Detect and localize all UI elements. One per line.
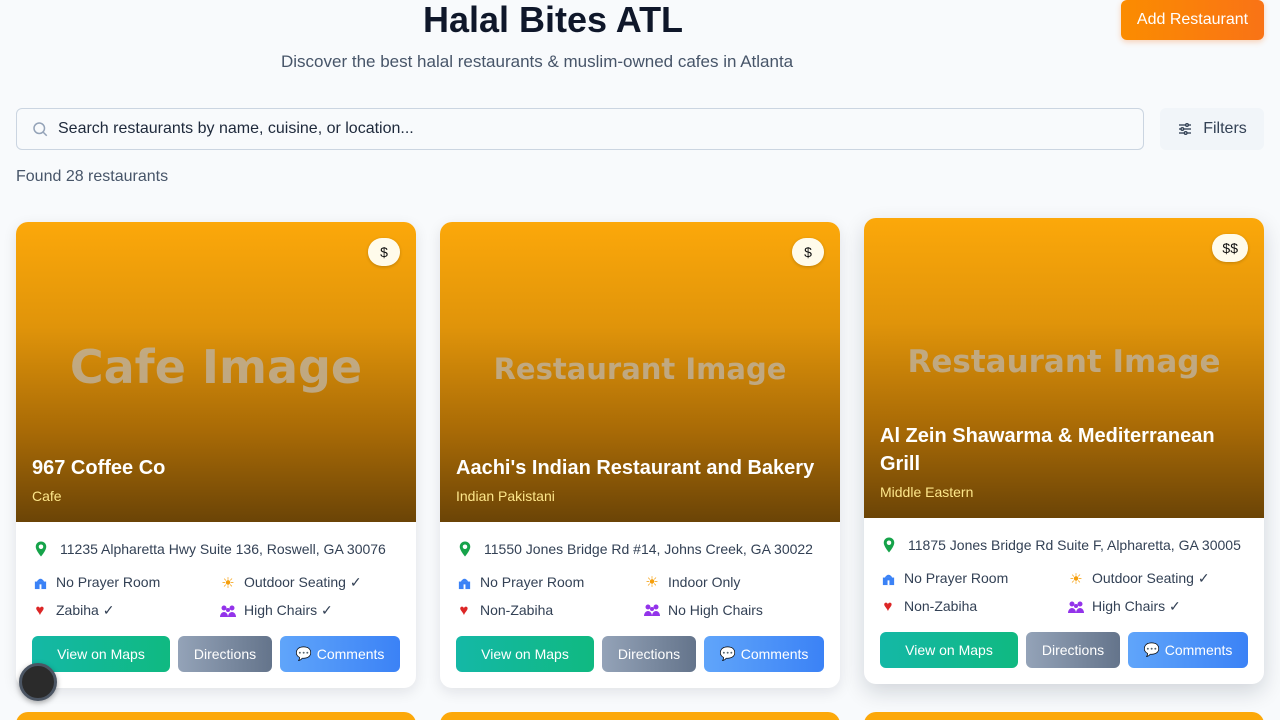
restaurant-card-partial[interactable]	[16, 712, 416, 720]
zabiha-feature: ♥ Non-Zabiha	[456, 601, 554, 619]
directions-button[interactable]: Directions	[1026, 632, 1120, 668]
family-icon	[1068, 599, 1084, 615]
seating-feature: ☀ Indoor Only	[644, 574, 741, 591]
mosque-icon	[456, 574, 472, 590]
high-chairs-text: High Chairs ✓	[244, 602, 333, 618]
prayer-room-text: No Prayer Room	[56, 574, 161, 590]
seating-text: Outdoor Seating ✓	[1092, 570, 1210, 586]
prayer-room-feature: No Prayer Room	[32, 574, 160, 590]
high-chairs-feature: No High Chairs	[644, 602, 763, 618]
comments-button[interactable]: 💬 Comments	[280, 636, 400, 672]
restaurant-image: Restaurant Image $$ Al Zein Shawarma & M…	[864, 218, 1264, 518]
restaurant-name: Aachi's Indian Restaurant and Bakery	[456, 457, 815, 479]
view-on-maps-button[interactable]: View on Maps	[32, 636, 170, 672]
view-on-maps-button[interactable]: View on Maps	[880, 632, 1018, 668]
restaurant-cuisine: Cafe	[32, 488, 62, 504]
high-chairs-text: No High Chairs	[668, 602, 763, 618]
image-placeholder-text: Restaurant Image	[907, 344, 1221, 380]
zabiha-text: Zabiha ✓	[56, 602, 115, 618]
page-title: Halal Bites ATL	[423, 0, 684, 40]
restaurant-name: Al Zein Shawarma & Mediterranean Grill	[880, 425, 1215, 475]
restaurant-cuisine: Indian Pakistani	[456, 488, 555, 504]
heart-icon: ♥	[35, 602, 45, 619]
search-icon	[33, 122, 48, 137]
prayer-room-text: No Prayer Room	[904, 570, 1009, 586]
mosque-icon	[32, 574, 48, 590]
search-bar[interactable]	[16, 108, 1144, 150]
restaurant-address: 11550 Jones Bridge Rd #14, Johns Creek, …	[456, 540, 813, 558]
comment-icon: 💬	[295, 646, 312, 661]
seating-text: Outdoor Seating ✓	[244, 574, 362, 590]
prayer-room-text: No Prayer Room	[480, 574, 585, 590]
seating-feature: ☀ Outdoor Seating ✓	[1068, 570, 1210, 588]
zabiha-feature: ♥ Non-Zabiha	[880, 597, 978, 615]
seating-feature: ☀ Outdoor Seating ✓	[220, 574, 362, 592]
page-subtitle: Discover the best halal restaurants & mu…	[281, 52, 794, 71]
restaurant-card[interactable]: Restaurant Image $ Aachi's Indian Restau…	[440, 222, 840, 688]
prayer-room-feature: No Prayer Room	[880, 570, 1008, 586]
heart-icon: ♥	[883, 597, 893, 615]
address-text: 11875 Jones Bridge Rd Suite F, Alpharett…	[908, 537, 1241, 553]
comment-icon: 💬	[1143, 642, 1160, 657]
comments-label: Comments	[740, 646, 809, 662]
heart-icon: ♥	[459, 601, 469, 619]
high-chairs-feature: High Chairs ✓	[1068, 598, 1181, 615]
view-on-maps-button[interactable]: View on Maps	[456, 636, 594, 672]
restaurant-card[interactable]: Restaurant Image $$ Al Zein Shawarma & M…	[864, 218, 1264, 684]
comment-icon: 💬	[719, 646, 736, 661]
image-placeholder-text: Restaurant Image	[493, 352, 787, 386]
price-badge: $	[792, 238, 824, 266]
sun-icon: ☀	[645, 574, 659, 591]
zabiha-feature: ♥ Zabiha ✓	[32, 602, 115, 619]
restaurant-address: 11235 Alpharetta Hwy Suite 136, Roswell,…	[32, 540, 386, 558]
family-icon	[220, 603, 236, 619]
comments-label: Comments	[316, 646, 385, 662]
restaurant-card[interactable]: Cafe Image $ 967 Coffee Co Cafe 11235 Al…	[16, 222, 416, 688]
restaurant-card-partial[interactable]	[864, 712, 1264, 720]
sliders-icon	[1179, 123, 1192, 135]
zabiha-text: Non-Zabiha	[480, 602, 554, 618]
restaurant-name: 967 Coffee Co	[32, 457, 166, 479]
restaurant-card-partial[interactable]	[440, 712, 840, 720]
price-badge: $	[368, 238, 400, 266]
filters-button[interactable]: Filters	[1160, 108, 1264, 150]
prayer-room-feature: No Prayer Room	[456, 574, 584, 590]
address-text: 11550 Jones Bridge Rd #14, Johns Creek, …	[484, 541, 813, 557]
high-chairs-text: High Chairs ✓	[1092, 598, 1181, 614]
sun-icon: ☀	[221, 574, 235, 592]
family-icon	[644, 602, 660, 618]
seating-text: Indoor Only	[668, 574, 741, 590]
restaurant-address: 11875 Jones Bridge Rd Suite F, Alpharett…	[880, 536, 1241, 554]
location-pin-icon	[883, 537, 895, 553]
address-text: 11235 Alpharetta Hwy Suite 136, Roswell,…	[60, 541, 386, 557]
filters-label: Filters	[1203, 120, 1247, 137]
directions-button[interactable]: Directions	[602, 636, 696, 672]
zabiha-text: Non-Zabiha	[904, 598, 978, 614]
location-pin-icon	[35, 541, 47, 557]
sun-icon: ☀	[1069, 570, 1083, 588]
restaurant-image: Cafe Image $ 967 Coffee Co Cafe	[16, 222, 416, 522]
directions-button[interactable]: Directions	[178, 636, 272, 672]
comments-button[interactable]: 💬 Comments	[704, 636, 824, 672]
results-count: Found 28 restaurants	[16, 168, 169, 185]
image-placeholder-text: Cafe Image	[69, 340, 363, 394]
location-pin-icon	[459, 541, 471, 557]
restaurant-cuisine: Middle Eastern	[880, 484, 974, 500]
restaurant-image: Restaurant Image $ Aachi's Indian Restau…	[440, 222, 840, 522]
high-chairs-feature: High Chairs ✓	[220, 602, 333, 619]
comments-label: Comments	[1164, 642, 1233, 658]
add-restaurant-button[interactable]: Add Restaurant	[1121, 0, 1264, 40]
mosque-icon	[880, 570, 896, 586]
floating-action-button[interactable]	[19, 663, 57, 701]
price-badge: $$	[1212, 234, 1248, 262]
search-input[interactable]	[58, 120, 1143, 138]
comments-button[interactable]: 💬 Comments	[1128, 632, 1248, 668]
